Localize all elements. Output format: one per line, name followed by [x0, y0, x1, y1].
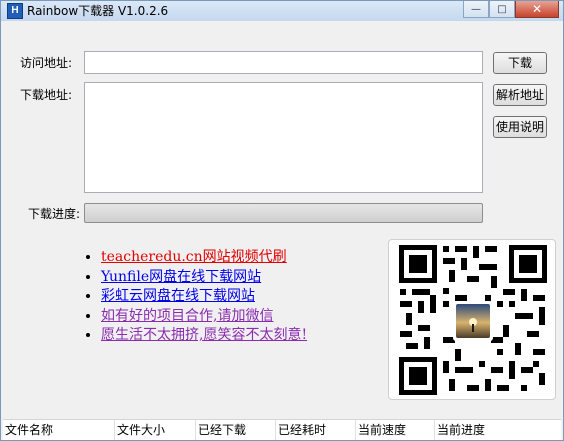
- maximize-icon: □: [497, 3, 507, 15]
- link-rainbow-cloud[interactable]: 彩虹云网盘在线下载网站: [101, 288, 255, 304]
- title-bar[interactable]: H Rainbow下载器 V1.0.2.6 — □ ✕: [1, 1, 563, 21]
- list-item: 愿生活不太拥挤,愿笑容不太刻意!: [101, 326, 307, 346]
- close-button[interactable]: ✕: [515, 1, 559, 18]
- avatar-sunset-icon: [453, 301, 493, 341]
- link-cooperation-wechat[interactable]: 如有好的项目合作,请加微信: [101, 308, 273, 324]
- caption-buttons: — □ ✕: [463, 1, 559, 18]
- list-item: Yunfile网盘在线下载网站: [101, 268, 307, 288]
- main-window: H Rainbow下载器 V1.0.2.6 — □ ✕ 访问地址: 下载 下载地…: [0, 0, 564, 441]
- list-item: 如有好的项目合作,请加微信: [101, 307, 307, 327]
- list-item: teacheredu.cn网站视频代刷: [101, 248, 307, 268]
- column-elapsed[interactable]: 已经耗时: [276, 420, 356, 440]
- download-list[interactable]: 文件名称 文件大小 已经下载 已经耗时 当前速度 当前进度: [3, 419, 561, 440]
- download-progress-bar: [84, 203, 483, 223]
- visit-address-label: 访问地址:: [20, 56, 73, 70]
- help-button[interactable]: 使用说明: [493, 116, 547, 138]
- qr-code-panel: [388, 239, 556, 400]
- download-address-label: 下载地址:: [20, 88, 73, 102]
- column-speed[interactable]: 当前速度: [356, 420, 435, 440]
- link-yunfile[interactable]: Yunfile网盘在线下载网站: [101, 269, 261, 285]
- column-file-name[interactable]: 文件名称: [3, 420, 115, 440]
- link-teacheredu[interactable]: teacheredu.cn网站视频代刷: [101, 249, 287, 265]
- window-title: Rainbow下载器 V1.0.2.6: [27, 4, 169, 18]
- column-downloaded[interactable]: 已经下载: [196, 420, 276, 440]
- list-item: 彩虹云网盘在线下载网站: [101, 287, 307, 307]
- link-list: teacheredu.cn网站视频代刷 Yunfile网盘在线下载网站 彩虹云网…: [87, 248, 307, 346]
- close-icon: ✕: [531, 2, 543, 16]
- minimize-button[interactable]: —: [463, 1, 489, 18]
- download-button[interactable]: 下载: [493, 52, 547, 74]
- link-motto[interactable]: 愿生活不太拥挤,愿笑容不太刻意!: [101, 327, 307, 343]
- parse-address-button[interactable]: 解析地址: [493, 84, 547, 106]
- visit-address-input[interactable]: [84, 51, 483, 74]
- client-area: 访问地址: 下载 下载地址: 解析地址 使用说明 下载进度: teachered…: [1, 21, 563, 440]
- column-file-size[interactable]: 文件大小: [115, 420, 196, 440]
- column-progress[interactable]: 当前进度: [435, 420, 561, 440]
- maximize-button[interactable]: □: [489, 1, 515, 18]
- qr-code-icon: [399, 245, 547, 395]
- download-address-textarea[interactable]: [84, 82, 483, 193]
- app-icon: H: [7, 3, 23, 19]
- minimize-icon: —: [471, 3, 481, 15]
- progress-label: 下载进度:: [28, 207, 81, 221]
